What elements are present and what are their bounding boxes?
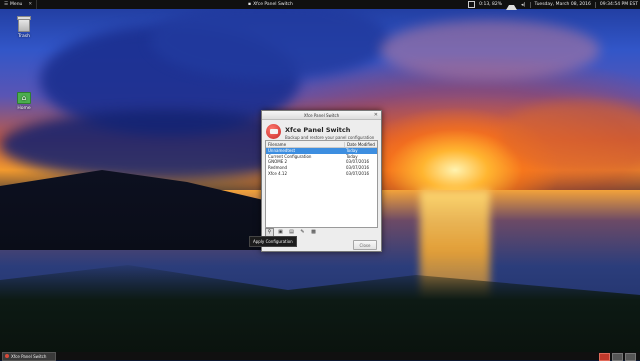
bottom-panel: Xfce Panel Switch: [0, 351, 640, 361]
desktop-icon-label: Home: [17, 106, 31, 111]
window-titlebar[interactable]: Xfce Panel Switch ✕: [262, 111, 381, 120]
panel-switch-window: Xfce Panel Switch ✕ Xfce Panel Switch Ba…: [261, 110, 382, 252]
row-date: 03/07/2016: [346, 170, 370, 176]
battery-status: 0:13, 82%: [479, 2, 503, 7]
apply-configuration-tooltip: Apply Configuration: [249, 236, 297, 247]
system-tray: 0:13, 82% ◂) Tuesday, March 08, 2016 09:…: [468, 0, 638, 10]
clock-label[interactable]: 09:34:54 PM EST: [600, 2, 638, 7]
desktop-icon-home[interactable]: ⌂ Home: [9, 92, 39, 111]
app-logo-icon: [266, 124, 281, 139]
row-filename: GNOME 2: [268, 159, 288, 165]
network-icon[interactable]: [506, 0, 518, 10]
column-header-filename[interactable]: Filename: [266, 142, 344, 147]
row-date: Today: [346, 153, 358, 159]
list-header: Filename Date Modified: [266, 141, 377, 148]
active-window-title: Xfce Panel Switch: [253, 2, 293, 7]
window-close-icon[interactable]: ✕: [374, 112, 378, 118]
row-filename: Current Configuration: [268, 153, 312, 159]
delete-icon[interactable]: ▩: [309, 228, 318, 237]
window-icon: ▪: [248, 2, 252, 7]
menu-icon: ☰: [4, 2, 9, 7]
list-row[interactable]: Current Configuration Today: [266, 154, 377, 160]
wallpaper-cloud: [150, 0, 390, 80]
desktop-icon-trash[interactable]: Trash: [9, 16, 39, 39]
top-panel: ☰ Menu ✕ ▪ Xfce Panel Switch 0:13, 82% ◂…: [0, 0, 640, 10]
trash-icon: [17, 16, 31, 32]
taskbar-item-panel-switch[interactable]: Xfce Panel Switch: [2, 351, 56, 361]
active-window-indicator[interactable]: ▪ Xfce Panel Switch: [248, 0, 293, 9]
date-label[interactable]: Tuesday, March 08, 2016: [535, 2, 591, 7]
action-toolbar: ⚲ ▣ ▤ ✎ ▩: [265, 227, 318, 237]
row-date: 03/07/2016: [346, 159, 370, 165]
battery-icon[interactable]: [468, 1, 476, 8]
column-header-date[interactable]: Date Modified: [344, 141, 377, 147]
list-row[interactable]: Unnamedtest Today: [266, 148, 377, 154]
app-title: Xfce Panel Switch: [285, 126, 351, 134]
row-filename: Redmond: [268, 165, 288, 171]
taskbar-item-label: Xfce Panel Switch: [11, 353, 47, 359]
list-row[interactable]: Redmond 03/07/2016: [266, 165, 377, 171]
window-title: Xfce Panel Switch: [303, 112, 340, 118]
configuration-list[interactable]: Filename Date Modified Unnamedtest Today…: [265, 140, 378, 228]
wallpaper-cloud: [380, 20, 600, 80]
menu-label: Menu: [10, 2, 23, 7]
whisker-menu-button[interactable]: ☰ Menu ✕: [0, 0, 38, 9]
home-folder-icon: ⌂: [17, 92, 31, 104]
desktop-icon-label: Trash: [18, 34, 30, 39]
panel-separator: [529, 1, 531, 8]
settings-icon[interactable]: ✎: [298, 228, 307, 237]
close-icon[interactable]: ✕: [28, 2, 32, 7]
close-button[interactable]: Close: [353, 240, 377, 250]
list-row[interactable]: Xfce 4.12 03/07/2016: [266, 170, 377, 176]
panel-separator: [594, 1, 596, 8]
app-icon: [5, 354, 9, 358]
row-date: 03/07/2016: [346, 165, 370, 171]
row-date: Today: [346, 148, 358, 154]
volume-icon[interactable]: ◂): [521, 2, 525, 8]
row-filename: Unnamedtest: [268, 148, 296, 154]
row-filename: Xfce 4.12: [268, 170, 287, 176]
list-row[interactable]: GNOME 2 03/07/2016: [266, 159, 377, 165]
